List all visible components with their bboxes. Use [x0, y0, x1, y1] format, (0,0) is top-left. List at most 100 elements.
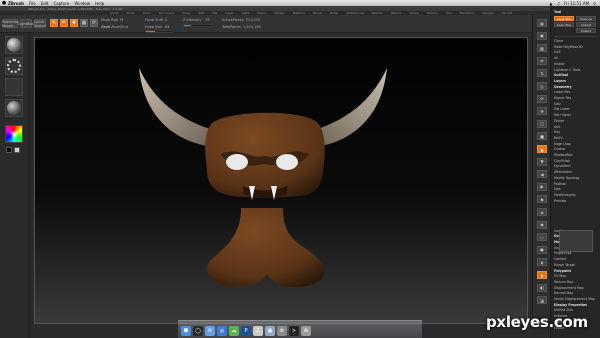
right-shelf-button[interactable]: ◈ — [537, 208, 547, 216]
tool-palette-item[interactable]: All — [554, 56, 598, 60]
z-intensity-slider[interactable] — [183, 24, 213, 27]
right-shelf-button[interactable]: ▼ — [537, 157, 547, 166]
dock-app-safari[interactable]: ◎ — [217, 326, 227, 336]
tool-palette-item[interactable]: UV Map — [554, 274, 598, 278]
document-canvas[interactable] — [34, 37, 528, 324]
tool-palette-item[interactable]: Lower Res — [554, 90, 598, 94]
right-shelf-button[interactable]: ◀ — [537, 170, 547, 179]
draw-size-slider[interactable] — [145, 30, 173, 33]
tool-palette-item[interactable]: Smt — [554, 125, 598, 129]
zcut-toggle[interactable]: Zcut — [120, 25, 128, 29]
tool-thumbnail[interactable] — [559, 230, 593, 252]
right-shelf-button[interactable]: ⟳ — [537, 94, 547, 103]
right-shelf-button[interactable]: ⇄ — [537, 56, 547, 65]
dock-app-dashboard[interactable]: ◯ — [193, 326, 203, 336]
rgb-toggle[interactable]: Rgb — [111, 18, 118, 22]
dock-app-mail[interactable]: ✉ — [205, 326, 215, 336]
tool-palette-item[interactable]: ClayPolish — [554, 159, 598, 163]
focal-shift-value[interactable]: 0 — [165, 18, 167, 22]
projection-master-button[interactable]: Projection Master — [2, 19, 19, 28]
right-shelf-button[interactable]: ■ — [537, 132, 547, 141]
edit-button[interactable]: ✎ — [50, 19, 58, 27]
move-button[interactable]: ✥ — [70, 19, 78, 27]
menu-edit[interactable]: Edit — [41, 1, 49, 6]
dock-app-preview[interactable]: ▣ — [265, 326, 275, 336]
right-shelf-button[interactable]: ▲ — [537, 145, 547, 153]
tool-palette-item[interactable]: Higher Res — [554, 96, 598, 100]
quick-sketch-button[interactable]: Quick Sketch — [34, 19, 46, 28]
tool-palette-item[interactable]: Divide — [554, 119, 598, 123]
tool-palette-item[interactable]: Edge Loop — [554, 142, 598, 146]
tool-palette-item[interactable]: Del Higher — [554, 113, 598, 117]
right-shelf-button[interactable]: ✥ — [537, 107, 547, 116]
right-shelf-button[interactable]: ▩ — [537, 44, 547, 53]
tool-palette-item[interactable]: Unified Skin — [554, 308, 598, 312]
right-shelf-button[interactable]: ◪ — [537, 296, 547, 305]
tool-palette-item[interactable]: Clone — [554, 39, 598, 43]
menu-file[interactable]: File — [29, 1, 36, 6]
tool-palette-item[interactable]: Make PolyMesh3D — [554, 45, 598, 49]
menu-zbrush[interactable]: ZBrush — [8, 1, 24, 6]
tool-palette-item[interactable]: Geometry — [554, 85, 598, 89]
right-shelf-button[interactable]: ◉ — [537, 220, 547, 229]
tool-palette-item[interactable]: Lightbox > Tools — [554, 68, 598, 72]
tool-palette-item[interactable]: Contact — [554, 257, 598, 261]
dock-app-finder[interactable]: ☻ — [181, 326, 191, 336]
tool-palette-item[interactable]: Crease — [554, 147, 598, 151]
tool-palette-item[interactable]: MeshIntegrity — [554, 193, 598, 197]
dock-app-trash[interactable]: ♻ — [301, 326, 311, 336]
copy-tool-button[interactable]: Copy Tool — [554, 22, 574, 27]
load-tool-button[interactable]: Load Tool — [554, 16, 574, 21]
zsub-toggle[interactable]: Zsub — [111, 25, 120, 29]
lightbox-button[interactable]: LightBox — [18, 19, 34, 28]
dock-app-zbrush[interactable]: Z — [253, 326, 263, 336]
tool-palette-item[interactable]: ShadowBox — [554, 153, 598, 157]
tool-palette-item[interactable]: Sdiv — [554, 102, 598, 106]
dock-app-photoshop[interactable]: P — [241, 326, 251, 336]
right-shelf-button[interactable]: ○ — [537, 233, 547, 242]
alpha-selector[interactable] — [5, 78, 23, 96]
color-picker[interactable] — [5, 125, 23, 143]
tool-palette-item[interactable]: Preview — [554, 199, 598, 203]
import-button[interactable]: Import — [576, 22, 596, 27]
draw-size-value[interactable]: 64 — [165, 25, 169, 29]
dock-app-system-preferences[interactable]: ⚙ — [277, 326, 287, 336]
spotlight-icon[interactable]: ⚲ — [593, 1, 596, 6]
tool-palette-item[interactable]: Modify Topology — [554, 176, 598, 180]
menu-window[interactable]: Window — [74, 1, 90, 6]
tool-palette-item[interactable]: DynaMesh — [554, 164, 598, 168]
tool-palette-item[interactable]: SubTool — [554, 73, 598, 77]
volume-icon[interactable]: ♫ — [556, 1, 560, 6]
dock-app-ichat[interactable]: ☁ — [229, 326, 239, 336]
tool-palette-item[interactable]: Del Lower — [554, 107, 598, 111]
menu-help[interactable]: Help — [95, 1, 104, 6]
tool-palette-item[interactable]: Display Properties — [554, 303, 598, 307]
save-as-button[interactable]: Save As — [576, 16, 596, 21]
right-shelf-button[interactable]: ● — [537, 245, 547, 254]
dock-app-terminal[interactable]: > — [289, 326, 299, 336]
right-shelf-button[interactable]: ◯ — [537, 119, 547, 128]
brush-selector[interactable] — [5, 36, 23, 54]
scale-button[interactable]: ▦ — [80, 19, 88, 27]
right-shelf-button[interactable]: ▣ — [537, 31, 547, 40]
tool-palette-item[interactable]: Suv — [554, 130, 598, 134]
tool-palette-header[interactable]: Tool — [554, 10, 598, 14]
draw-button[interactable]: ✏ — [60, 19, 68, 27]
main-color-swatch[interactable] — [14, 147, 20, 153]
tool-palette-item[interactable]: ZRemesher — [554, 170, 598, 174]
tool-palette-item[interactable]: Morph Target — [554, 263, 598, 267]
stroke-selector[interactable] — [5, 57, 23, 75]
right-shelf-button[interactable]: ◎ — [537, 82, 547, 90]
texture-selector[interactable] — [5, 99, 23, 117]
right-shelf-button[interactable]: ◧ — [537, 283, 547, 292]
tool-palette-item[interactable]: GoZ — [554, 50, 598, 54]
right-shelf-button[interactable]: ▶ — [537, 182, 547, 191]
mrgb-toggle[interactable]: Mrgb — [101, 18, 110, 22]
wifi-icon[interactable]: ▲ — [549, 1, 552, 6]
z-intensity-value[interactable]: 25 — [205, 18, 209, 22]
m-toggle[interactable]: M — [120, 18, 123, 22]
right-shelf-button[interactable]: ◖ — [537, 258, 547, 267]
menu-capture[interactable]: Capture — [53, 1, 69, 6]
clock[interactable]: Fri 11:51 AM — [564, 1, 589, 6]
secondary-color-swatch[interactable] — [6, 147, 12, 153]
